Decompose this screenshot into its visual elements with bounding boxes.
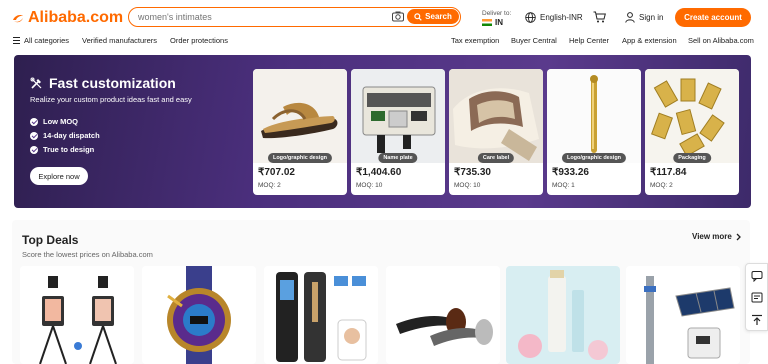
nav-verified-manufacturers[interactable]: Verified manufacturers: [82, 36, 157, 45]
card-moq: MOQ: 2: [258, 182, 281, 189]
gold-bars-packaging-image: [645, 69, 739, 163]
top-deals-subtitle: Score the lowest prices on Alibaba.com: [22, 250, 153, 259]
product-card[interactable]: Logo/graphic design ₹707.02 MOQ: 2: [253, 69, 347, 195]
deal-card[interactable]: [386, 266, 500, 364]
card-price: ₹117.84: [650, 167, 687, 178]
view-more-label: View more: [692, 232, 732, 241]
bullet-true-to-design: True to design: [30, 143, 100, 157]
tools-icon: [30, 77, 42, 89]
gold-pen-image: [547, 69, 641, 163]
user-icon: [625, 12, 635, 23]
feedback-icon[interactable]: [751, 292, 763, 304]
deal-card[interactable]: [264, 266, 378, 364]
card-tag: Logo/graphic design: [267, 153, 333, 163]
skincare-bottle-image: [506, 266, 620, 364]
product-card[interactable]: Logo/graphic design ₹933.26 MOQ: 1: [547, 69, 641, 195]
floating-toolbar: [745, 263, 768, 331]
bullet-label: True to design: [43, 145, 95, 154]
search-button[interactable]: Search: [407, 9, 459, 24]
card-price: ₹933.26: [552, 167, 589, 178]
deliver-to[interactable]: Deliver to: IN: [482, 9, 511, 27]
logo-text: Alibaba.com: [28, 9, 124, 26]
nav-app-extension[interactable]: App & extension: [622, 36, 677, 45]
bullet-label: 14-day dispatch: [43, 131, 100, 140]
bullet-label: Low MOQ: [43, 117, 78, 126]
sandal-image: [253, 69, 347, 163]
card-moq: MOQ: 1: [552, 182, 575, 189]
product-card[interactable]: Care label ₹735.30 MOQ: 10: [449, 69, 543, 195]
camera-search-icon[interactable]: [392, 11, 404, 22]
sign-in-label: Sign in: [639, 13, 664, 22]
check-icon: [30, 146, 38, 154]
sport-watch-image: [142, 266, 256, 364]
bullet-low-moq: Low MOQ: [30, 115, 100, 129]
language-selector[interactable]: English-INR: [525, 12, 583, 23]
menu-icon: [13, 37, 20, 44]
create-account-button[interactable]: Create account: [675, 8, 751, 27]
nav-tax-exemption[interactable]: Tax exemption: [451, 36, 499, 45]
product-card[interactable]: Name plate ₹1,404.60 MOQ: 10: [351, 69, 445, 195]
top-deals-title: Top Deals: [22, 233, 79, 247]
card-tag: Name plate: [378, 153, 418, 163]
card-tag: Care label: [477, 153, 515, 163]
alibaba-logo[interactable]: Alibaba.com: [11, 9, 123, 27]
card-moq: MOQ: 10: [454, 182, 481, 189]
sign-in-link[interactable]: Sign in: [625, 12, 663, 23]
fast-customization-banner: Fast customization Realize your custom p…: [14, 55, 751, 208]
globe-icon: [525, 12, 536, 23]
card-tag: Logo/graphic design: [561, 153, 627, 163]
top-header: Alibaba.com Search Deliver to: IN Englis…: [0, 0, 768, 56]
fabric-label-image: [449, 69, 543, 163]
nav-all-categories-label: All categories: [24, 36, 70, 45]
deliver-country: IN: [495, 18, 503, 27]
back-to-top-icon[interactable]: [751, 314, 763, 326]
chevron-right-icon: [736, 233, 741, 240]
nav-buyer-central[interactable]: Buyer Central: [511, 36, 557, 45]
card-moq: MOQ: 2: [650, 182, 673, 189]
nav-sell-on-alibaba[interactable]: Sell on Alibaba.com: [688, 36, 754, 45]
check-icon: [30, 118, 38, 126]
banner-bullets: Low MOQ 14-day dispatch True to design: [30, 115, 100, 157]
solar-pump-image: [626, 266, 740, 364]
language-label: English-INR: [540, 13, 583, 22]
cart-icon[interactable]: [593, 11, 606, 23]
search-input[interactable]: [138, 10, 378, 24]
card-price: ₹735.30: [454, 167, 491, 178]
india-flag-icon: [482, 19, 492, 26]
smart-door-lock-image: [264, 266, 378, 364]
vlog-tripod-kit-image: [20, 266, 134, 364]
search-button-label: Search: [425, 12, 452, 21]
deliver-label: Deliver to:: [482, 10, 512, 17]
banner-subtitle: Realize your custom product ideas fast a…: [30, 95, 192, 104]
card-price: ₹1,404.60: [356, 167, 402, 178]
deal-card[interactable]: [506, 266, 620, 364]
search-bar: Search: [128, 7, 461, 27]
banner-title-text: Fast customization: [49, 75, 176, 91]
search-icon: [414, 12, 422, 21]
top-deals-section: Top Deals Score the lowest prices on Ali…: [12, 220, 750, 364]
banner-title: Fast customization: [30, 75, 176, 91]
smoking-pipes-image: [386, 266, 500, 364]
alibaba-logo-icon: [13, 15, 23, 23]
explore-now-button[interactable]: Explore now: [30, 167, 88, 185]
chat-icon[interactable]: [751, 270, 763, 282]
nav-help-center[interactable]: Help Center: [569, 36, 609, 45]
check-icon: [30, 132, 38, 140]
card-price: ₹707.02: [258, 167, 295, 178]
product-card[interactable]: Packaging ₹117.84 MOQ: 2: [645, 69, 739, 195]
bullet-dispatch: 14-day dispatch: [30, 129, 100, 143]
nav-order-protections[interactable]: Order protections: [170, 36, 228, 45]
card-tag: Packaging: [673, 153, 711, 163]
nav-all-categories[interactable]: All categories: [13, 36, 69, 45]
view-more-link[interactable]: View more: [692, 232, 741, 241]
deal-card[interactable]: [20, 266, 134, 364]
circuit-board-image: [351, 69, 445, 163]
deal-card[interactable]: [142, 266, 256, 364]
card-moq: MOQ: 10: [356, 182, 383, 189]
deal-card[interactable]: [626, 266, 740, 364]
